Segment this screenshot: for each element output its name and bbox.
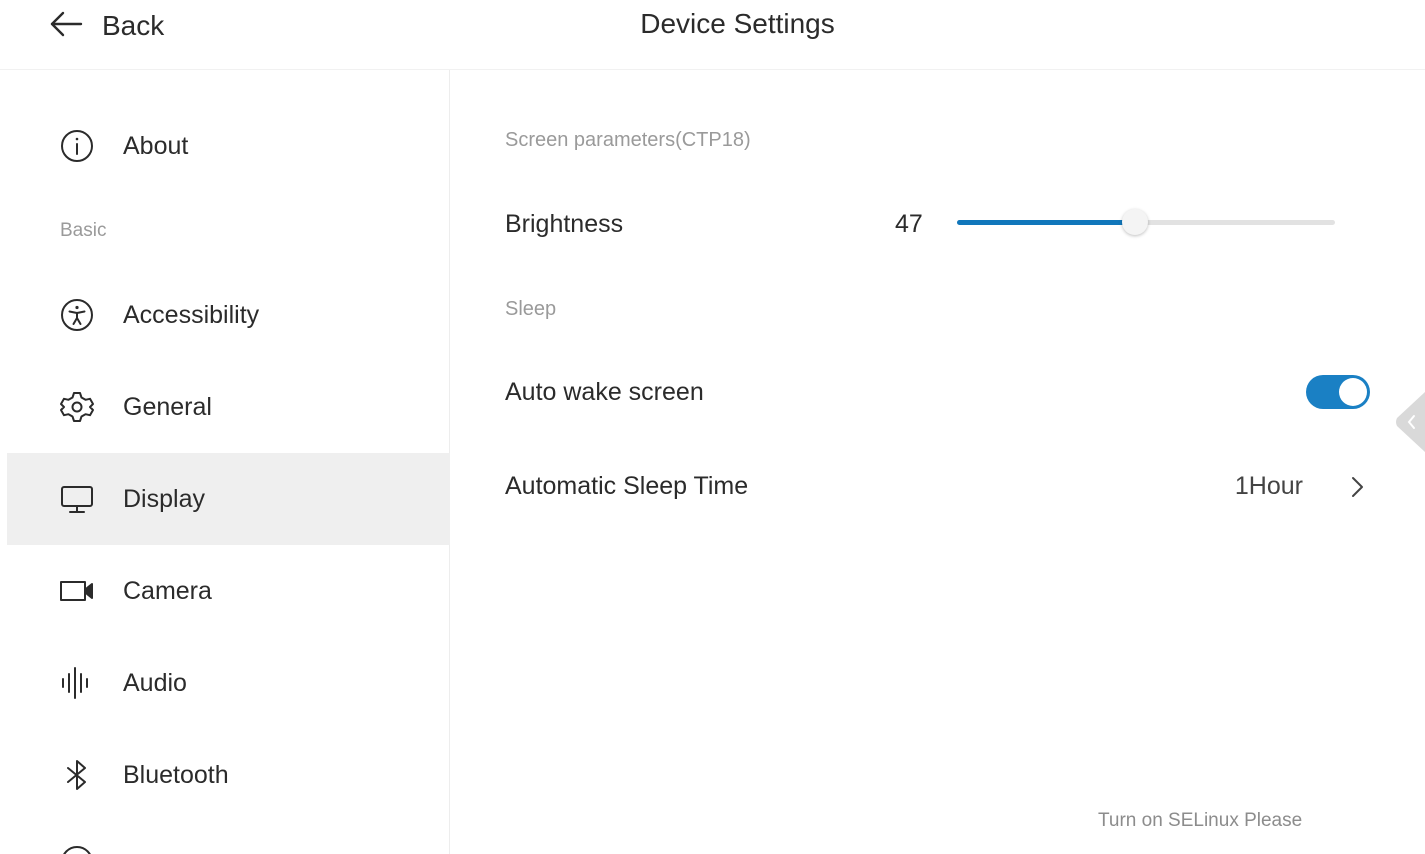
- sidebar-item-bluetooth[interactable]: Bluetooth: [7, 729, 450, 821]
- header-bar: Back Device Settings: [0, 0, 1425, 70]
- accessibility-icon: [59, 297, 95, 333]
- automatic-sleep-time-value: 1Hour: [1234, 472, 1303, 500]
- sleep-label: Sleep: [505, 298, 557, 320]
- brightness-slider[interactable]: [957, 200, 1335, 244]
- sidebar-item-label: Display: [123, 484, 205, 513]
- auto-wake-label: Auto wake screen: [505, 378, 704, 406]
- settings-sidebar: About Basic Accessibility General Displa…: [0, 70, 450, 854]
- sidebar-item-label: General: [123, 392, 212, 421]
- sidebar-item-next[interactable]: [7, 822, 450, 854]
- slider-thumb[interactable]: [1121, 209, 1148, 235]
- auto-wake-toggle[interactable]: [1306, 375, 1370, 409]
- side-panel-handle[interactable]: [1395, 392, 1425, 452]
- chevron-right-icon: [1347, 472, 1367, 502]
- audio-wave-icon: [59, 665, 95, 701]
- sidebar-item-label: Camera: [123, 576, 212, 605]
- brightness-label: Brightness: [505, 210, 624, 238]
- automatic-sleep-time-label: Automatic Sleep Time: [505, 472, 749, 500]
- camera-icon: [59, 573, 95, 609]
- sidebar-item-audio[interactable]: Audio: [7, 637, 450, 729]
- gear-icon: [59, 389, 95, 425]
- sidebar-item-label: About: [123, 131, 189, 160]
- sidebar-item-general[interactable]: General: [7, 361, 450, 453]
- circle-icon: [59, 844, 95, 854]
- display-settings-panel: Screen parameters(CTP18) Brightness 47 S…: [451, 70, 1425, 854]
- bluetooth-icon: [59, 757, 95, 793]
- sidebar-item-accessibility[interactable]: Accessibility: [7, 269, 450, 361]
- sidebar-item-about[interactable]: About: [7, 100, 450, 192]
- sidebar-item-label: Audio: [123, 668, 187, 697]
- monitor-icon: [59, 481, 95, 517]
- sidebar-item-label: Bluetooth: [123, 760, 229, 789]
- toggle-knob: [1339, 378, 1367, 406]
- sidebar-item-label: Accessibility: [123, 300, 260, 329]
- screen-parameters-label: Screen parameters(CTP18): [505, 129, 751, 151]
- selinux-notice: Turn on SELinux Please: [1098, 810, 1303, 831]
- slider-fill: [957, 220, 1135, 225]
- device-settings-screen: Back Device Settings About Basic Accessi…: [0, 0, 1425, 854]
- info-icon: [59, 128, 95, 164]
- section-label-basic: Basic: [60, 220, 107, 241]
- automatic-sleep-time-row[interactable]: Automatic Sleep Time 1Hour: [451, 442, 1425, 530]
- brightness-value: 47: [895, 210, 923, 238]
- sidebar-item-display[interactable]: Display: [7, 453, 450, 545]
- page-title: Device Settings: [640, 8, 835, 39]
- sidebar-item-camera[interactable]: Camera: [7, 545, 450, 637]
